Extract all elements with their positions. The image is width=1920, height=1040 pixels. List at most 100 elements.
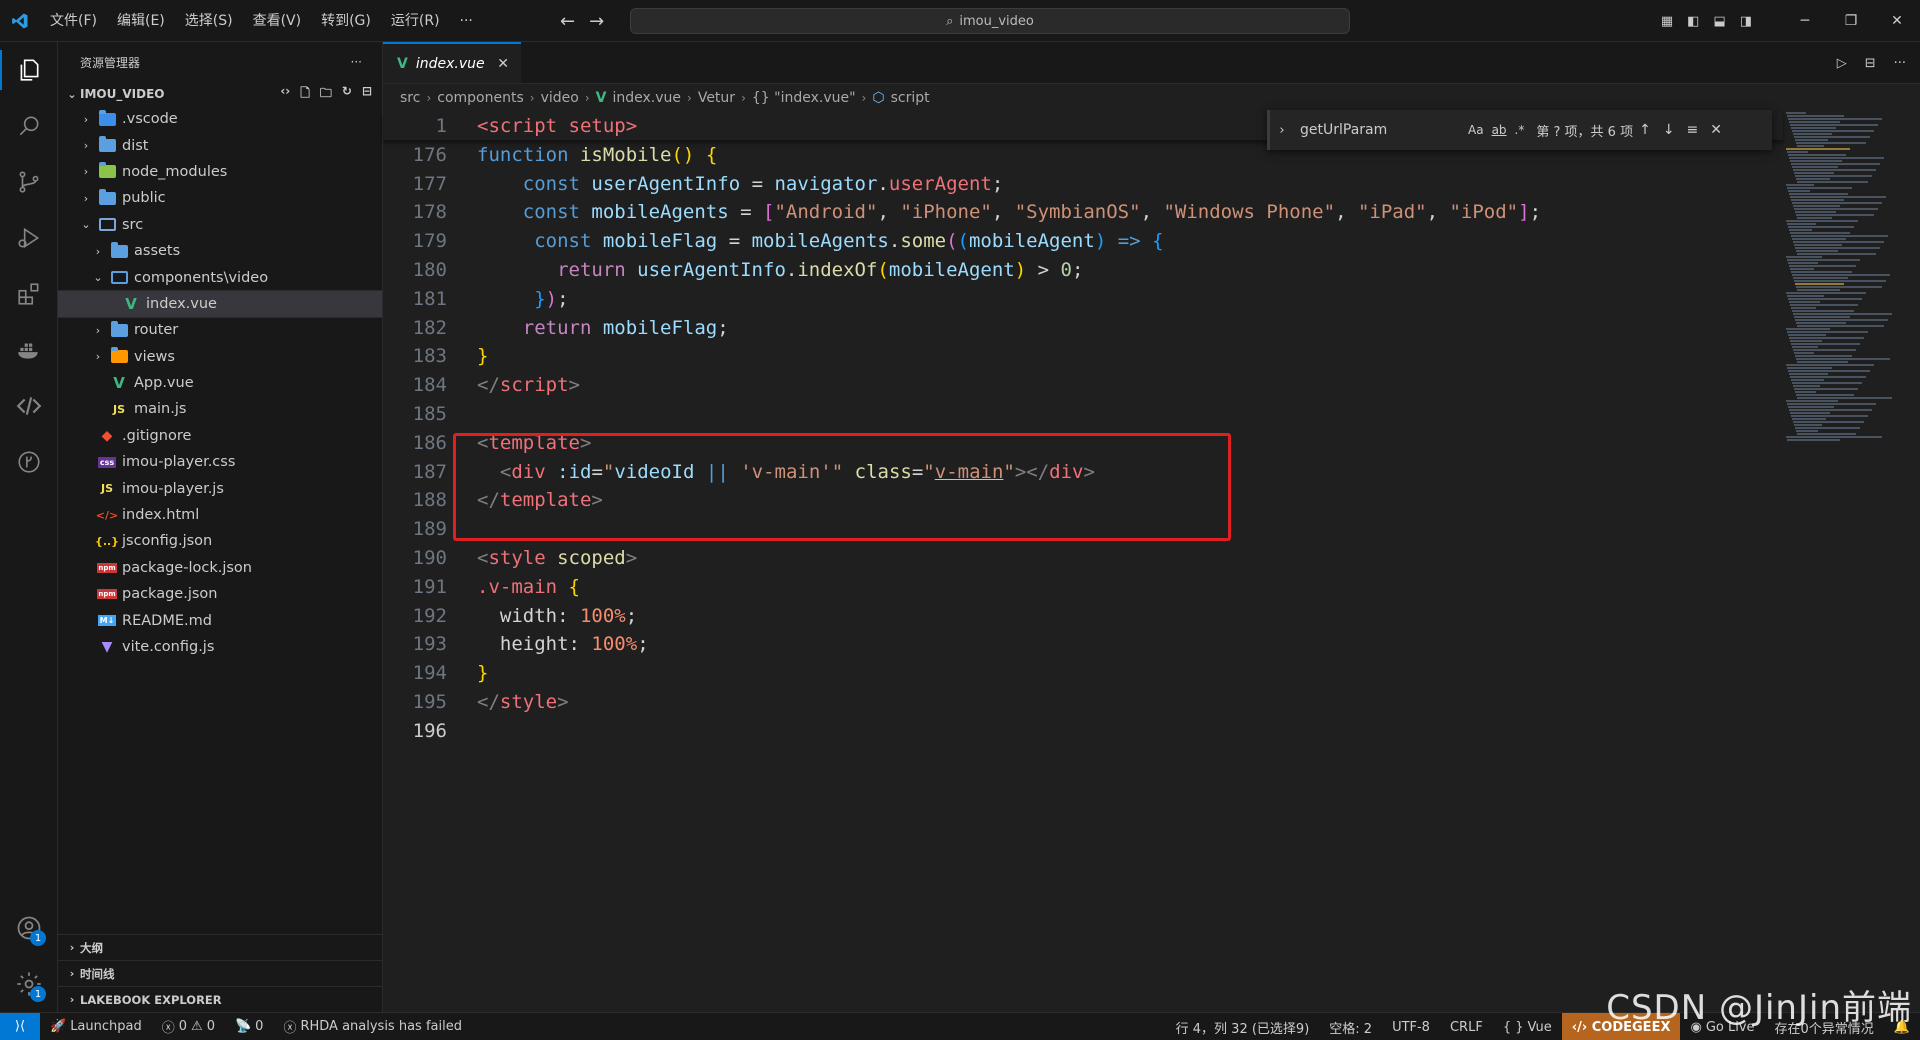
docker-icon[interactable] — [0, 322, 58, 378]
menu-go[interactable]: 转到(G) — [311, 0, 381, 42]
match-word-toggle[interactable]: ab — [1488, 123, 1511, 137]
problems-item[interactable]: ⓧ 0 ⚠ 0 — [152, 1017, 225, 1036]
find-in-selection-icon[interactable]: ≡ — [1681, 122, 1705, 138]
search-activity-icon[interactable] — [0, 98, 58, 154]
forward-arrow-icon[interactable]: → — [589, 11, 604, 32]
menu-edit[interactable]: 编辑(E) — [107, 0, 175, 42]
section-outline[interactable]: › 大纲 — [58, 934, 383, 960]
ports-item[interactable]: 📡 0 — [225, 1019, 273, 1034]
toggle-replace-chevron-icon[interactable]: › — [1270, 123, 1294, 138]
rhda-item[interactable]: ⓧ RHDA analysis has failed — [273, 1017, 472, 1036]
breadcrumb-vetur[interactable]: Vetur — [698, 90, 735, 106]
split-editor-icon[interactable]: ⊟ — [1865, 56, 1876, 71]
tree-item[interactable]: ◆ .gitignore — [58, 423, 382, 449]
tree-item[interactable]: ⌄ src — [58, 212, 382, 238]
close-window-button[interactable]: ✕ — [1874, 0, 1920, 42]
menu-selection[interactable]: 选择(S) — [175, 0, 243, 42]
tree-item[interactable]: V App.vue — [58, 370, 382, 396]
breadcrumb-video[interactable]: video — [541, 90, 579, 106]
command-center-search[interactable]: ⌕ imou_video — [630, 8, 1350, 34]
section-lakebook[interactable]: › LAKEBOOK EXPLORER — [58, 986, 383, 1012]
more-actions-icon[interactable]: ··· — [1894, 56, 1906, 71]
tree-item[interactable]: › dist — [58, 132, 382, 158]
tree-item[interactable]: M↓ README.md — [58, 607, 382, 633]
minimap-line — [1786, 436, 1882, 438]
menu-run[interactable]: 运行(R) — [381, 0, 450, 42]
toggle-secondary-sidebar-icon[interactable]: ◨ — [1740, 14, 1752, 29]
new-folder-icon[interactable]: 🗀 — [320, 84, 332, 105]
tree-item[interactable]: npm package.json — [58, 581, 382, 607]
regex-toggle[interactable]: .* — [1511, 123, 1529, 137]
section-timeline[interactable]: › 时间线 — [58, 960, 383, 986]
close-tab-icon[interactable]: ✕ — [497, 56, 509, 72]
restore-button[interactable]: ❐ — [1828, 0, 1874, 42]
minimap[interactable] — [1786, 112, 1896, 1012]
new-file-icon[interactable]: 🗋 — [300, 84, 310, 105]
menu-view[interactable]: 查看(V) — [243, 0, 312, 42]
collapse-all-icon[interactable]: ⊟ — [362, 84, 372, 105]
tree-item[interactable]: › public — [58, 185, 382, 211]
menu-file[interactable]: 文件(F) — [40, 0, 107, 42]
editor-scrollbar[interactable] — [1906, 112, 1920, 1012]
run-icon[interactable]: ▷ — [1837, 56, 1847, 71]
vscode-folder-icon — [98, 109, 116, 127]
breadcrumb-script[interactable]: script — [891, 90, 930, 106]
tree-item[interactable]: npm package-lock.json — [58, 555, 382, 581]
cursor-position[interactable]: 行 4，列 32 (已选择9) — [1166, 1018, 1320, 1037]
code-line: 185 — [383, 400, 1783, 429]
toggle-panel-icon[interactable]: ⬓ — [1713, 14, 1725, 29]
minimap-line — [1790, 160, 1842, 162]
tree-item[interactable]: JS imou-player.js — [58, 475, 382, 501]
minimize-button[interactable]: ─ — [1782, 0, 1828, 42]
minimap-line — [1791, 199, 1844, 201]
extensions-icon[interactable] — [0, 266, 58, 322]
tree-item[interactable]: › views — [58, 344, 382, 370]
back-arrow-icon[interactable]: ← — [560, 11, 575, 32]
run-debug-icon[interactable] — [0, 210, 58, 266]
minimap-line — [1789, 265, 1856, 267]
tree-item[interactable]: › router — [58, 317, 382, 343]
close-find-icon[interactable]: ✕ — [1704, 122, 1728, 138]
tree-item[interactable]: {..} jsconfig.json — [58, 528, 382, 554]
tree-item[interactable]: › .vscode — [58, 106, 382, 132]
tree-item[interactable]: › assets — [58, 238, 382, 264]
explorer-icon[interactable] — [0, 42, 58, 98]
breadcrumb-object[interactable]: {} "index.vue" — [752, 90, 856, 106]
tree-item[interactable]: ⌄ components\video — [58, 264, 382, 290]
codegeex-tool-icon[interactable]: ‹› — [280, 84, 290, 105]
tree-item[interactable]: </> index.html — [58, 502, 382, 528]
remote-indicator-icon[interactable]: ⟩⟨ — [0, 1012, 40, 1040]
find-input[interactable]: getUrlParam — [1294, 122, 1464, 138]
breadcrumb-components[interactable]: components — [437, 90, 524, 106]
customize-layout-icon[interactable]: ▦ — [1661, 14, 1673, 29]
match-case-toggle[interactable]: Aa — [1464, 123, 1488, 137]
manage-gear-icon[interactable]: 1 — [0, 956, 58, 1012]
launchpad-item[interactable]: 🚀 Launchpad — [40, 1019, 152, 1034]
source-control-icon[interactable] — [0, 154, 58, 210]
previous-match-icon[interactable]: ↑ — [1633, 122, 1657, 138]
accounts-icon[interactable]: 1 — [0, 900, 58, 956]
explorer-more-icon[interactable]: ··· — [351, 55, 362, 69]
code-editor[interactable]: 0 176function isMobile() { 177 const use… — [383, 112, 1783, 746]
toggle-sidebar-icon[interactable]: ◧ — [1687, 14, 1699, 29]
tree-item[interactable]: JS main.js — [58, 396, 382, 422]
minimap-line — [1791, 235, 1888, 237]
workspace-folder-header[interactable]: ⌄ IMOU_VIDEO ‹› 🗋 🗀 ↻ ⊟ — [58, 82, 382, 106]
tree-item[interactable]: ▼ vite.config.js — [58, 634, 382, 660]
language-mode[interactable]: { } Vue — [1493, 1020, 1562, 1035]
tree-item[interactable]: › node_modules — [58, 159, 382, 185]
tree-item[interactable]: css imou-player.css — [58, 449, 382, 475]
tree-item[interactable]: Vindex.vue — [57, 289, 383, 319]
refresh-icon[interactable]: ↻ — [342, 84, 352, 105]
codegeex-activity-icon[interactable] — [0, 378, 58, 434]
tab-index-vue[interactable]: V index.vue ✕ — [383, 42, 521, 83]
encoding[interactable]: UTF-8 — [1382, 1020, 1440, 1035]
breadcrumb-file[interactable]: index.vue — [612, 90, 681, 106]
minimap-line — [1793, 349, 1856, 351]
line-ending[interactable]: CRLF — [1440, 1020, 1493, 1035]
indentation[interactable]: 空格: 2 — [1319, 1018, 1382, 1037]
next-match-icon[interactable]: ↓ — [1657, 122, 1681, 138]
menu-more[interactable]: ··· — [450, 0, 483, 42]
breadcrumb-src[interactable]: src — [400, 90, 420, 106]
git-graph-icon[interactable] — [0, 434, 58, 490]
